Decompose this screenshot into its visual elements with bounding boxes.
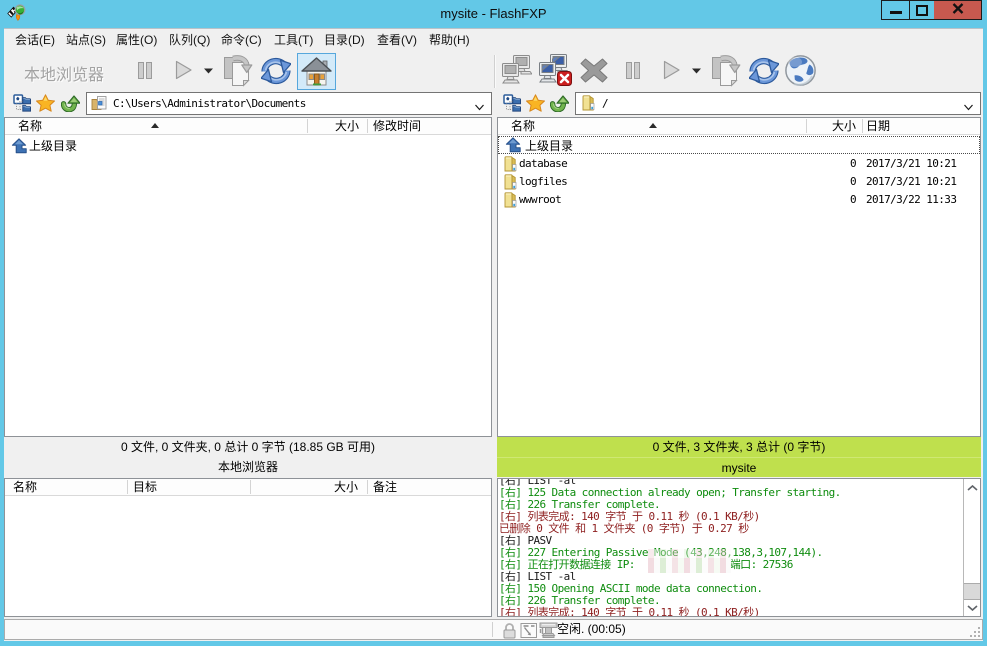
lock-icon [502,622,517,642]
queue-list: 名称 目标 大小 备注 [4,478,492,617]
combobox-dropdown-icon[interactable] [964,100,973,114]
sort-ascending-icon [649,123,657,128]
minimize-button[interactable] [881,0,910,20]
remote-status-name: mysite [497,457,981,477]
pause-queue-button-local[interactable] [136,61,154,80]
remote-path-text: / [602,93,608,114]
transfer-button-local[interactable] [221,54,254,87]
close-icon [952,3,964,17]
menu-site[interactable]: 站点(S) [66,29,106,51]
globe-button[interactable] [784,54,817,87]
local-file-list: 名称 大小 修改时间 上级目录 [4,117,492,437]
flashfxp-window: mysite - FlashFXP 会话(E) 站点(S) 属性(O) 队列(Q… [0,0,987,646]
parent-directory-row[interactable]: 上级目录 [498,136,980,154]
up-directory-icon [11,138,28,157]
column-size[interactable]: 大小 [250,479,358,495]
refresh-button-remote[interactable] [749,57,779,85]
folder-tree-button-local[interactable] [13,94,31,112]
menu-help[interactable]: 帮助(H) [429,29,470,51]
connect-button[interactable] [501,55,532,85]
menu-directory[interactable]: 目录(D) [324,29,365,51]
pause-queue-button-remote[interactable] [624,61,642,80]
home-button[interactable] [297,53,336,90]
queue-header: 名称 目标 大小 备注 [5,479,491,496]
menu-bar: 会话(E) 站点(S) 属性(O) 队列(Q) 命令(C) 工具(T) 目录(D… [4,29,983,51]
start-dropdown-remote[interactable] [692,68,701,74]
column-modified[interactable]: 修改时间 [373,118,421,134]
folder-icon [580,95,597,114]
resize-grip[interactable] [970,627,980,637]
transfer-button-remote[interactable] [709,54,742,87]
local-list-header: 名称 大小 修改时间 [5,118,491,135]
scroll-up-icon[interactable] [964,479,980,496]
log-pane: [右] LIST -al [右] 125 Data connection alr… [497,478,981,617]
parent-directory-row[interactable]: 上级目录 [5,137,491,155]
remote-status-counts: 0 文件, 3 文件夹, 3 总计 (0 字节) [497,437,981,457]
up-directory-icon [505,137,522,156]
column-name[interactable]: 名称 [13,479,37,495]
documents-icon [91,95,108,115]
privacy-mosaic [648,549,731,573]
folder-row-wwwroot[interactable]: wwwroot 0 2017/3/22 11:33 [498,191,980,209]
scroll-down-icon[interactable] [964,599,980,616]
menu-options[interactable]: 属性(O) [116,29,157,51]
folder-row-logfiles[interactable]: logfiles 0 2017/3/21 10:21 [498,173,980,191]
menu-tools[interactable]: 工具(T) [274,29,313,51]
favorites-button-local[interactable] [36,94,55,112]
refresh-button-local[interactable] [261,57,291,85]
scrollbar-thumb[interactable] [964,583,980,600]
folder-icon [502,192,519,211]
column-date[interactable]: 日期 [866,118,890,134]
remote-status-panel: 0 文件, 3 文件夹, 3 总计 (0 字节) mysite [497,437,981,477]
local-status-panel: 0 文件, 0 文件夹, 0 总计 0 字节 (18.85 GB 可用) 本地浏… [4,437,492,477]
window-title: mysite - FlashFXP [0,0,987,27]
column-target[interactable]: 目标 [133,479,157,495]
local-path-combobox[interactable]: C:\Users\Administrator\Documents [86,92,492,115]
log-content: [右] LIST -al [右] 125 Data connection alr… [499,478,961,617]
menu-view[interactable]: 查看(V) [377,29,417,51]
local-path-text: C:\Users\Administrator\Documents [113,93,306,114]
up-directory-button-local[interactable] [61,93,80,112]
toolbar-separator [494,55,496,88]
start-queue-button-remote[interactable] [660,59,682,81]
menu-session[interactable]: 会话(E) [15,29,55,51]
column-size[interactable]: 大小 [307,118,359,134]
column-name[interactable]: 名称 [511,118,535,134]
start-queue-button-local[interactable] [172,59,194,81]
column-size[interactable]: 大小 [806,118,856,134]
folder-tree-button-remote[interactable] [503,94,521,112]
close-button[interactable] [934,0,982,20]
sort-ascending-icon [151,123,159,128]
menu-commands[interactable]: 命令(C) [221,29,262,51]
folder-row-database[interactable]: database 0 2017/3/21 10:21 [498,155,980,173]
abort-button[interactable] [577,55,611,86]
statusbar-divider [492,622,493,637]
titlebar: mysite - FlashFXP [0,0,987,28]
combobox-dropdown-icon[interactable] [475,100,484,114]
column-remark[interactable]: 备注 [373,479,397,495]
maximize-button[interactable] [909,0,935,20]
winsock-icon [520,622,538,642]
local-browser-label: 本地浏览器 [24,61,104,85]
log-scrollbar[interactable] [963,479,980,616]
minimize-icon [890,11,902,14]
remote-list-header: 名称 大小 日期 [498,118,980,135]
remote-path-combobox[interactable]: / [575,92,981,115]
log-line: [右] 列表完成: 140 字节 于 0.11 秒 (0.1 KB/秒) [499,607,961,617]
up-directory-button-remote[interactable] [550,93,569,112]
disconnect-button[interactable] [538,54,573,86]
status-bar: 空闲. (00:05) [4,619,983,640]
local-status-counts: 0 文件, 0 文件夹, 0 总计 0 字节 (18.85 GB 可用) [4,437,492,457]
menu-queue[interactable]: 队列(Q) [169,29,210,51]
statusbar-text: 空闲. (00:05) [557,620,626,639]
log-line: 已删除 0 文件 和 1 文件夹 (0 字节) 于 0.27 秒 [499,523,961,535]
remote-file-list: 名称 大小 日期 上级目录 database 0 2017/3/21 10:21… [497,117,981,437]
favorites-button-remote[interactable] [526,94,545,112]
maximize-icon [916,5,928,16]
start-dropdown-local[interactable] [204,68,213,74]
compression-icon [538,622,559,642]
local-status-name: 本地浏览器 [4,457,492,477]
column-name[interactable]: 名称 [18,118,42,134]
